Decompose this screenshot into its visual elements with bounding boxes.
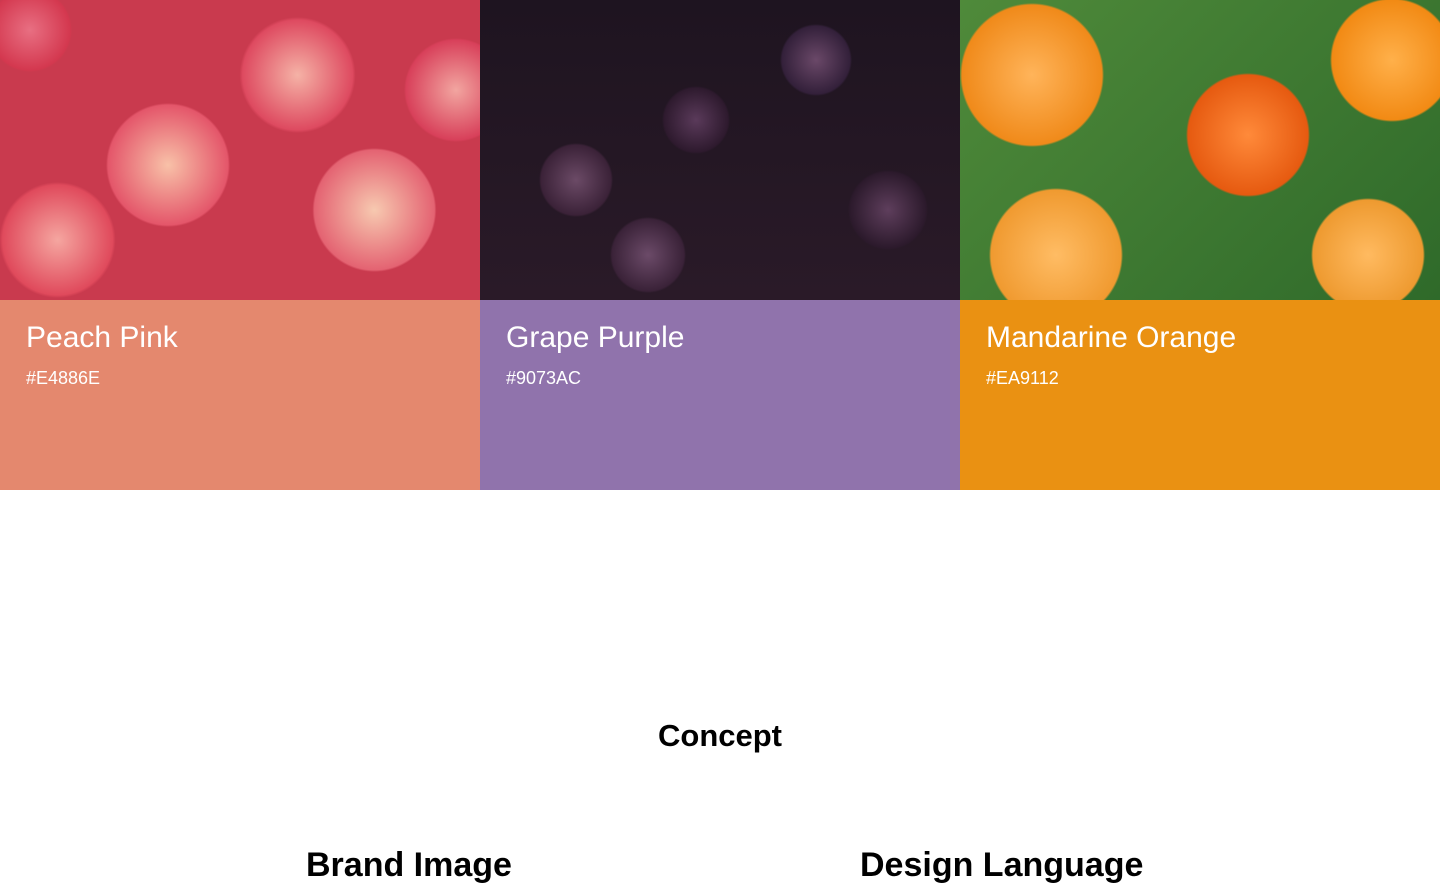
swatch-hex: #E4886E <box>26 368 101 388</box>
swatch-name: Mandarine Orange <box>986 321 1237 354</box>
mandarines-photo <box>960 0 1440 300</box>
swatch-peach-pink: Peach Pink #E4886E <box>0 0 480 490</box>
swatch-info: Peach Pink #E4886E <box>0 300 480 490</box>
swatch-info: Grape Purple #9073AC <box>480 300 960 490</box>
swatch-name: Grape Purple <box>506 321 685 354</box>
peaches-photo <box>0 0 480 300</box>
swatch-mandarine-orange: Mandarine Orange #EA9112 <box>960 0 1440 490</box>
concept-column-heading: Brand Image <box>306 846 512 884</box>
concept-column-heading: Design Language <box>860 846 1144 884</box>
color-swatches: Peach Pink #E4886E Grape Purple #9073AC … <box>0 0 1440 490</box>
swatch-grape-purple: Grape Purple #9073AC <box>480 0 960 490</box>
swatch-hex: #EA9112 <box>986 368 1059 388</box>
swatch-name: Peach Pink <box>26 321 178 354</box>
concept-heading: Concept <box>658 718 782 753</box>
grapes-photo <box>480 0 960 300</box>
swatch-hex: #9073AC <box>506 368 582 388</box>
swatch-info: Mandarine Orange #EA9112 <box>960 300 1440 490</box>
